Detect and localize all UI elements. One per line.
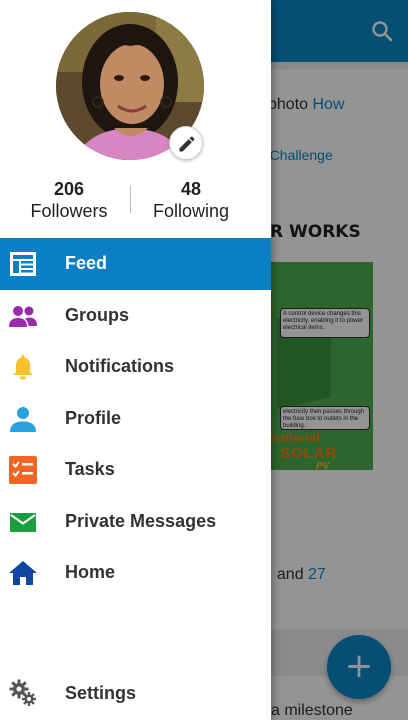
tasks-icon — [9, 456, 37, 484]
menu-item-label: Groups — [65, 304, 130, 325]
menu-item-label: Settings — [65, 683, 137, 703]
menu-item-private-messages[interactable]: Private Messages — [0, 496, 271, 548]
menu-item-label: Private Messages — [65, 510, 217, 531]
pencil-icon — [179, 136, 195, 152]
followers-count: 206 — [53, 179, 85, 199]
navigation-drawer: 206 Followers 48 Following Feed Groups N… — [0, 0, 271, 720]
bell-icon — [13, 355, 33, 380]
followers-stat[interactable]: 206 Followers — [9, 178, 129, 222]
gear-icon — [9, 679, 36, 706]
feed-icon — [10, 252, 36, 276]
drawer-menu: Feed Groups Notifications Profile Tasks … — [0, 238, 271, 599]
menu-item-feed[interactable]: Feed — [0, 238, 271, 290]
menu-item-groups[interactable]: Groups — [0, 290, 271, 342]
person-icon — [10, 406, 36, 432]
followers-label: Followers — [30, 201, 108, 221]
following-count: 48 — [180, 179, 202, 199]
menu-item-label: Tasks — [65, 459, 115, 479]
menu-item-label: Profile — [65, 407, 122, 428]
menu-item-label: Feed — [65, 253, 108, 273]
menu-item-label: Home — [65, 562, 116, 582]
home-icon — [9, 561, 37, 585]
following-stat[interactable]: 48 Following — [131, 178, 251, 222]
edit-profile-button[interactable] — [169, 126, 203, 160]
groups-icon — [9, 305, 37, 327]
following-label: Following — [152, 201, 230, 221]
mail-icon — [10, 512, 36, 532]
menu-item-notifications[interactable]: Notifications — [0, 341, 271, 393]
menu-item-tasks[interactable]: Tasks — [0, 444, 271, 496]
menu-item-label: Notifications — [65, 356, 175, 376]
menu-item-profile[interactable]: Profile — [0, 393, 271, 445]
menu-item-home[interactable]: Home — [0, 547, 271, 599]
menu-item-settings[interactable]: Settings — [0, 668, 271, 719]
